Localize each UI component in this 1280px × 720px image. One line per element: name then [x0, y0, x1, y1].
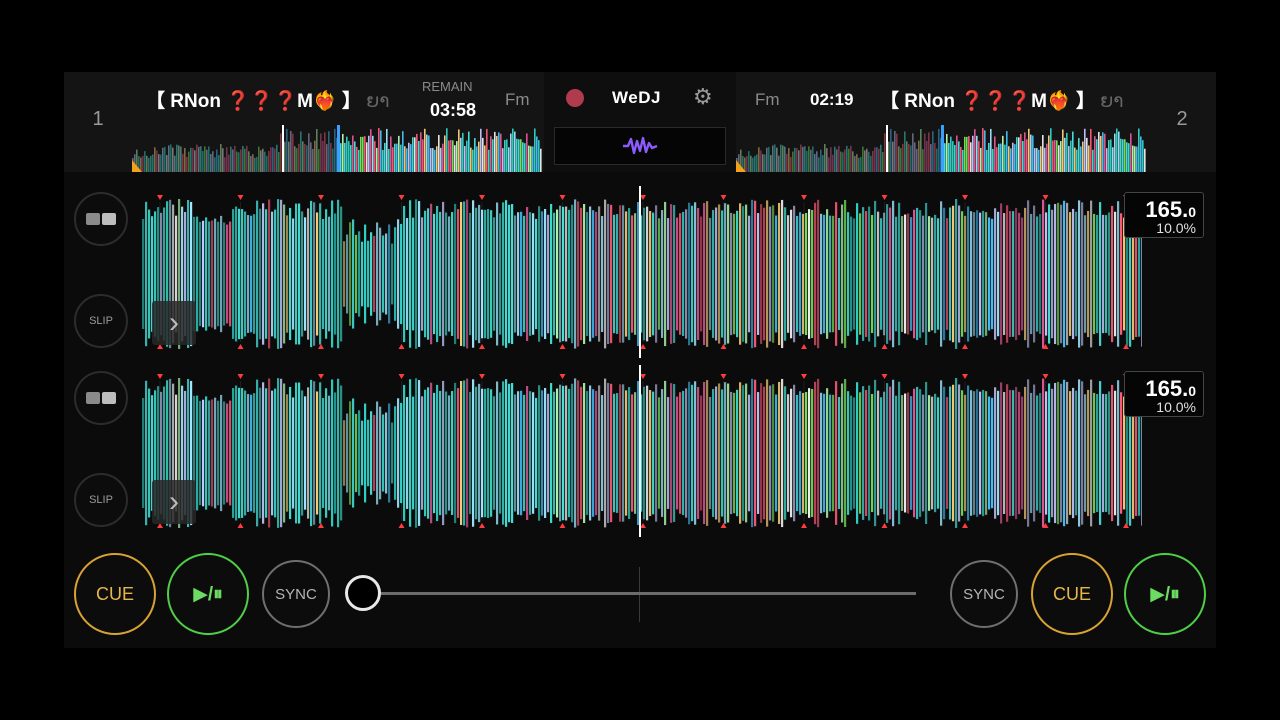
crossfader-knob[interactable] — [345, 575, 381, 611]
deck2-header: Fm 02:19 【 RNon ❓❓❓M❤️‍🔥 】 ຍາ 2 — [736, 72, 1216, 172]
deck2-title-text: 【 RNon ❓❓❓M❤️‍🔥 】 — [880, 91, 1095, 112]
deck1-play-pause-button[interactable]: ▶/⏸ — [167, 553, 249, 635]
deck1-number: 1 — [92, 108, 104, 130]
deck1-bpm-decimal: 0 — [1188, 204, 1196, 220]
deck1-mode-button[interactable] — [74, 192, 128, 246]
deck1-remain-time: 03:58 — [430, 100, 477, 120]
pad-mode-icon — [86, 213, 116, 225]
deck1-bpm-integer: 165. — [1145, 197, 1189, 222]
fx-button[interactable] — [554, 127, 726, 165]
gear-icon[interactable]: ⚙ — [693, 84, 713, 110]
deck2-cue-button[interactable]: CUE — [1031, 553, 1113, 635]
wedj-app: 1 【 RNon ❓❓❓M❤️‍🔥 】 ຍາ REMAIN 03:58 Fm W… — [64, 72, 1216, 648]
deck2-sync-button[interactable]: SYNC — [950, 560, 1018, 628]
deck2-mode-button[interactable] — [74, 371, 128, 425]
deck1-main-waveform[interactable] — [142, 194, 1142, 350]
deck2-time: 02:19 — [810, 90, 854, 109]
deck2-bpm-display[interactable]: 165.0 10.0% — [1124, 371, 1204, 417]
deck2-playhead — [639, 365, 641, 537]
deck2-key: Fm — [755, 90, 780, 109]
deck2-number: 2 — [1176, 108, 1188, 130]
waveform-icon — [623, 136, 658, 155]
deck1-chevron-right-icon[interactable]: › — [152, 301, 196, 345]
deck1-slip-button[interactable]: SLIP — [74, 294, 128, 348]
deck1-title-text: 【 RNon ❓❓❓M❤️‍🔥 】 — [146, 91, 361, 112]
deck2-main-waveform[interactable] — [142, 373, 1142, 529]
deck1-cue-button[interactable]: CUE — [74, 553, 156, 635]
deck2-slip-button[interactable]: SLIP — [74, 473, 128, 527]
deck1-playhead — [639, 186, 641, 358]
app-logo: WeDJ — [612, 88, 661, 107]
deck1-header: 1 【 RNon ❓❓❓M❤️‍🔥 】 ຍາ REMAIN 03:58 Fm — [64, 72, 544, 172]
record-button[interactable] — [566, 89, 584, 107]
deck1-track-title[interactable]: 【 RNon ❓❓❓M❤️‍🔥 】 ຍາ — [146, 86, 396, 113]
deck2-title-overflow: ຍາ — [1100, 91, 1124, 112]
deck2-pitch: 10.0% — [1156, 399, 1196, 415]
deck1-bpm-display[interactable]: 165.0 10.0% — [1124, 192, 1204, 238]
deck1-pitch: 10.0% — [1156, 220, 1196, 236]
pad-mode-icon — [86, 392, 116, 404]
deck1-sync-button[interactable]: SYNC — [262, 560, 330, 628]
crossfader-track[interactable] — [364, 592, 916, 595]
deck2-chevron-right-icon[interactable]: › — [152, 480, 196, 524]
deck2-track-title[interactable]: 【 RNon ❓❓❓M❤️‍🔥 】 ຍາ — [880, 86, 1130, 113]
deck1-key: Fm — [505, 90, 530, 109]
center-header: WeDJ ⚙ — [544, 72, 736, 172]
deck1-title-overflow: ຍາ — [366, 91, 390, 112]
deck2-bpm-decimal: 0 — [1188, 383, 1196, 399]
deck2-bpm-integer: 165. — [1145, 376, 1189, 401]
deck1-overview-waveform[interactable] — [132, 125, 542, 172]
deck2-waveform-row: SLIP › 165.0 10.0% — [64, 363, 1216, 539]
deck2-play-pause-button[interactable]: ▶/⏸ — [1124, 553, 1206, 635]
deck1-waveform-row: SLIP › 165.0 10.0% — [64, 184, 1216, 360]
deck1-remain-label: REMAIN — [422, 79, 473, 94]
deck2-overview-waveform[interactable] — [736, 125, 1146, 172]
